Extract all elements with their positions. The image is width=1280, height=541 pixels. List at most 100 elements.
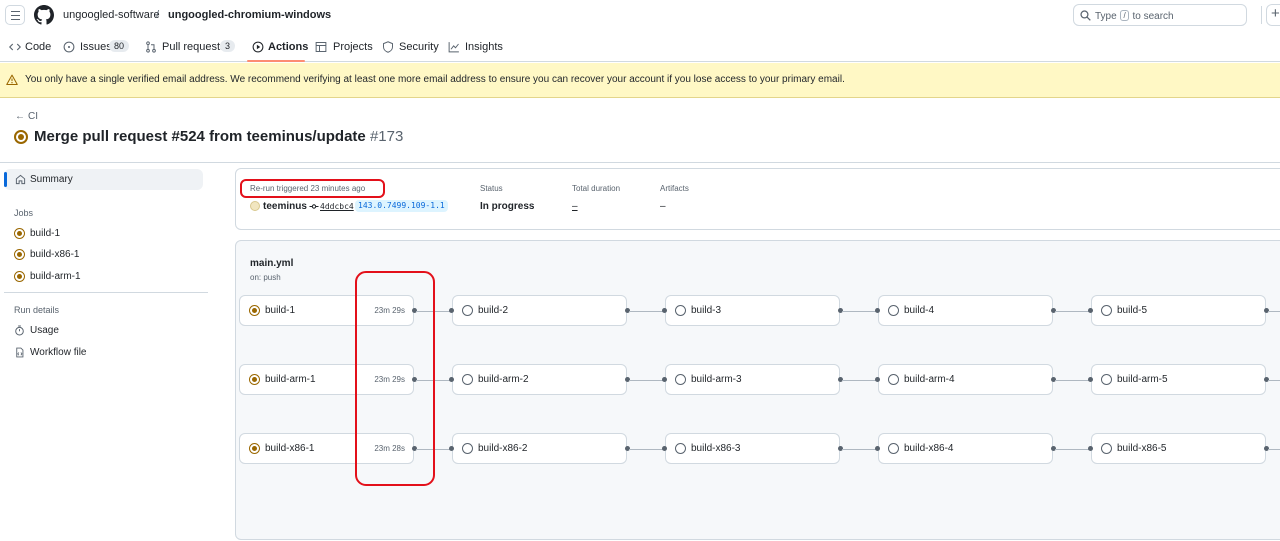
connector-dot — [1088, 446, 1093, 451]
tab-security-label: Security — [399, 41, 439, 53]
back-to-workflow-link[interactable]: ← CI — [15, 111, 38, 122]
arrow-left-icon: ← — [15, 111, 25, 122]
job-node[interactable]: build-arm-3 — [665, 364, 840, 395]
github-logo-icon[interactable] — [34, 5, 54, 25]
breadcrumb-repo[interactable]: ungoogled-chromium-windows — [168, 9, 331, 21]
job-node[interactable]: build-4 — [878, 295, 1053, 326]
in-progress-icon — [249, 443, 260, 454]
job-node[interactable]: build-arm-5 — [1091, 364, 1266, 395]
artifacts-value: – — [660, 201, 666, 212]
connector-dot — [875, 377, 880, 382]
connector-dot — [449, 308, 454, 313]
menu-icon-line — [11, 19, 20, 21]
annotation-highlight-triggered — [240, 179, 385, 198]
pending-icon — [888, 305, 899, 316]
connector-line — [1055, 448, 1091, 450]
play-icon — [252, 41, 264, 53]
job-name: build-x86-5 — [1117, 443, 1167, 454]
connector-line — [1268, 448, 1280, 450]
pending-icon — [675, 374, 686, 385]
job-name: build-arm-3 — [691, 374, 742, 385]
search-input[interactable]: Type / to search — [1073, 4, 1247, 26]
connector-line — [629, 448, 665, 450]
run-title-text: Merge pull request #524 from teeminus/up… — [34, 128, 366, 145]
job-name: build-arm-5 — [1117, 374, 1168, 385]
global-header: ungoogled-software / ungoogled-chromium-… — [0, 0, 1280, 32]
in-progress-icon — [14, 271, 25, 282]
sidebar-usage-label: Usage — [30, 325, 59, 336]
connector-line — [1268, 379, 1280, 381]
active-tab-indicator — [247, 60, 305, 62]
job-name: build-4 — [904, 305, 935, 316]
sidebar-divider — [4, 292, 208, 293]
job-node[interactable]: build-x86-2 — [452, 433, 627, 464]
pending-icon — [1101, 443, 1112, 454]
pending-icon — [1101, 305, 1112, 316]
branch-label[interactable]: 143.0.7499.109-1.1 — [355, 200, 448, 212]
job-name: build-x86-3 — [691, 443, 741, 454]
menu-button[interactable] — [5, 5, 25, 25]
alert-icon — [6, 74, 18, 86]
tab-code-label: Code — [25, 41, 52, 53]
search-shortcut-key: / — [1120, 10, 1129, 21]
job-node[interactable]: build-3 — [665, 295, 840, 326]
job-node[interactable]: build-2 — [452, 295, 627, 326]
pending-icon — [462, 305, 473, 316]
in-progress-icon — [249, 305, 260, 316]
header-divider-line — [0, 162, 1280, 163]
tab-actions-label: Actions — [268, 41, 309, 53]
job-node[interactable]: build-x86-3 — [665, 433, 840, 464]
actor-link[interactable]: teeminus — [263, 201, 307, 212]
pending-icon — [675, 443, 686, 454]
search-icon — [1080, 10, 1091, 21]
home-icon — [15, 174, 26, 185]
menu-icon-line — [11, 11, 20, 13]
duration-value[interactable]: – — [572, 201, 578, 212]
in-progress-icon — [249, 374, 260, 385]
search-placeholder: Type / to search — [1095, 10, 1174, 22]
connector-line — [842, 310, 878, 312]
job-name: build-x86-4 — [904, 443, 954, 454]
page-title: Merge pull request #524 from teeminus/up… — [34, 128, 403, 145]
header-divider — [1261, 6, 1262, 24]
create-new-button[interactable]: + — [1266, 4, 1280, 26]
breadcrumb-owner[interactable]: ungoogled-software — [63, 9, 160, 21]
connector-dot — [875, 446, 880, 451]
pending-icon — [462, 374, 473, 385]
connector-dot — [449, 446, 454, 451]
connector-dot — [449, 377, 454, 382]
job-node[interactable]: build-5 — [1091, 295, 1266, 326]
pulls-counter: 3 — [220, 40, 236, 52]
pending-icon — [1101, 374, 1112, 385]
job-node[interactable]: build-arm-2 — [452, 364, 627, 395]
avatar[interactable] — [250, 201, 260, 211]
job-node[interactable]: build-x86-4 — [878, 433, 1053, 464]
job-name: build-arm-2 — [478, 374, 529, 385]
job-node[interactable]: build-arm-4 — [878, 364, 1053, 395]
status-label: Status — [480, 184, 503, 193]
commit-sha-link[interactable]: 4ddcbc4 — [320, 202, 354, 211]
connector-line — [1268, 310, 1280, 312]
issues-counter: 80 — [109, 40, 130, 52]
tab-projects-label: Projects — [333, 41, 373, 53]
run-summary-card — [235, 168, 1280, 230]
graph-icon — [448, 42, 459, 53]
sidebar-job-label: build-1 — [30, 228, 61, 239]
sidebar-item-summary[interactable]: Summary — [4, 169, 203, 190]
job-name: build-5 — [1117, 305, 1148, 316]
sidebar-heading-jobs: Jobs — [14, 208, 34, 218]
menu-icon-line — [11, 15, 20, 17]
job-name: build-x86-1 — [265, 443, 315, 454]
connector-dot — [875, 308, 880, 313]
in-progress-icon — [14, 249, 25, 260]
table-icon — [315, 42, 327, 52]
job-node[interactable]: build-x86-5 — [1091, 433, 1266, 464]
job-name: build-arm-4 — [904, 374, 955, 385]
connector-line — [842, 379, 878, 381]
sidebar-workflow-file-label: Workflow file — [30, 347, 87, 358]
connector-line — [1055, 310, 1091, 312]
back-link-label: CI — [28, 111, 38, 122]
annotation-highlight-durations — [355, 271, 435, 486]
tab-insights-label: Insights — [465, 41, 503, 53]
git-commit-icon — [309, 204, 319, 209]
